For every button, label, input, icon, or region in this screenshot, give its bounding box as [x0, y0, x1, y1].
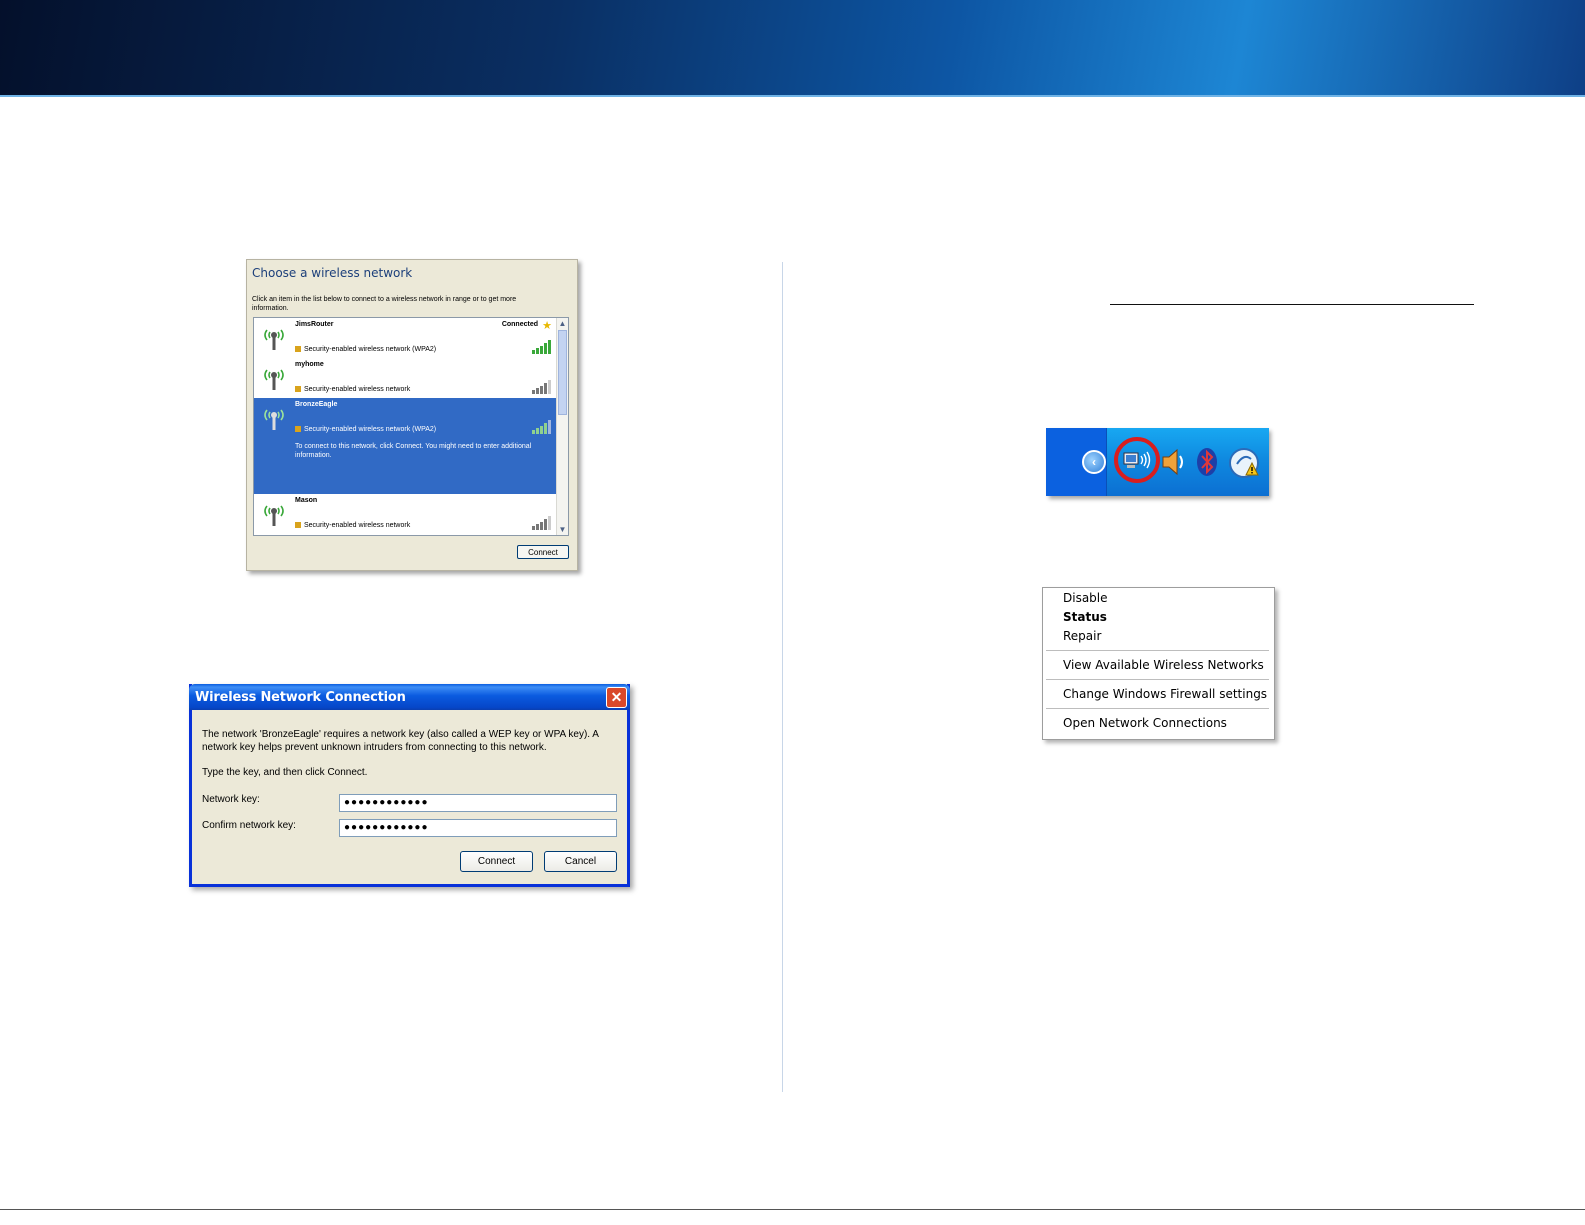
close-icon[interactable]: ✕: [606, 687, 627, 708]
network-name: JimsRouter: [295, 321, 334, 328]
menu-item-view-available-wireless-networks[interactable]: View Available Wireless Networks: [1063, 658, 1264, 672]
header-banner: [0, 0, 1585, 95]
panel-title: Choose a wireless network: [252, 266, 413, 280]
menu-separator: [1046, 679, 1269, 680]
lock-icon: [295, 426, 301, 432]
menu-item-repair[interactable]: Repair: [1063, 629, 1101, 643]
confirm-network-key-label: Confirm network key:: [202, 820, 296, 831]
scrollbar-thumb[interactable]: [558, 330, 567, 415]
menu-item-status[interactable]: Status: [1063, 610, 1107, 624]
network-security: Security-enabled wireless network (WPA2): [295, 346, 436, 353]
menu-item-disable[interactable]: Disable: [1063, 591, 1108, 605]
menu-item-change-windows-firewall-settings[interactable]: Change Windows Firewall settings: [1063, 687, 1267, 701]
confirm-network-key-field[interactable]: ●●●●●●●●●●●●: [339, 819, 617, 837]
network-security: Security-enabled wireless network (WPA2): [295, 426, 436, 433]
banner-divider: [0, 95, 1585, 97]
dialog-titlebar: Wireless Network Connection ✕: [189, 684, 630, 710]
connection-status: Connected: [501, 321, 538, 328]
volume-icon[interactable]: [1160, 447, 1186, 477]
wireless-antenna-icon: [264, 369, 284, 390]
underline-rule: [1110, 304, 1474, 305]
network-list: JimsRouter Connected ★ Security-enabled …: [253, 317, 569, 536]
network-security-text: Security-enabled wireless network: [304, 522, 411, 529]
cancel-button[interactable]: Cancel: [544, 851, 617, 872]
menu-separator: [1046, 708, 1269, 709]
choose-wireless-network-panel: Choose a wireless network Click an item …: [246, 259, 578, 571]
column-divider: [782, 262, 783, 1092]
network-item-mason[interactable]: Mason Security-enabled wireless network: [254, 494, 556, 535]
network-security-text: Security-enabled wireless network (WPA2): [304, 426, 437, 433]
connect-button[interactable]: Connect: [460, 851, 533, 872]
wireless-antenna-icon: [264, 505, 284, 526]
network-name: BronzeEagle: [295, 401, 338, 408]
signal-strength-icon: [532, 340, 551, 354]
dialog-instruction: Type the key, and then click Connect.: [202, 767, 368, 778]
scroll-up-icon[interactable]: ▲: [557, 318, 568, 329]
network-security-text: Security-enabled wireless network: [304, 386, 411, 393]
network-name: Mason: [295, 497, 318, 504]
bluetooth-icon[interactable]: [1196, 447, 1218, 477]
dialog-title: Wireless Network Connection: [195, 690, 406, 705]
menu-item-open-network-connections[interactable]: Open Network Connections: [1063, 716, 1227, 730]
lock-icon: [295, 522, 301, 528]
taskbar-tray: ‹: [1046, 428, 1269, 496]
network-key-label: Network key:: [202, 794, 260, 805]
panel-description: Click an item in the list below to conne…: [252, 296, 517, 312]
network-item-myhome[interactable]: myhome Security-enabled wireless network: [254, 358, 556, 398]
menu-separator: [1046, 650, 1269, 651]
lock-icon: [295, 386, 301, 392]
network-item-jimsrouter[interactable]: JimsRouter Connected ★ Security-enabled …: [254, 318, 556, 358]
network-hint: To connect to this network, click Connec…: [295, 443, 532, 459]
network-key-field[interactable]: ●●●●●●●●●●●●: [339, 794, 617, 812]
wireless-context-menu: Disable Status Repair View Available Wir…: [1042, 587, 1275, 740]
network-list-scrollbar[interactable]: ▲ ▼: [556, 318, 568, 535]
network-security: Security-enabled wireless network: [295, 386, 410, 393]
signal-strength-icon: [532, 516, 551, 530]
network-security-text: Security-enabled wireless network (WPA2): [304, 346, 437, 353]
wireless-antenna-icon: [264, 329, 284, 350]
lock-icon: [295, 346, 301, 352]
signal-strength-icon: [532, 380, 551, 394]
signal-strength-icon: [532, 420, 551, 434]
favorite-star-icon: ★: [542, 320, 552, 332]
wireless-antenna-icon: [264, 409, 284, 430]
back-arrow-icon[interactable]: ‹: [1082, 450, 1106, 474]
dialog-message: The network 'BronzeEagle' requires a net…: [202, 729, 599, 753]
network-item-bronzeeagle[interactable]: BronzeEagle Security-enabled wireless ne…: [254, 398, 556, 494]
footer-line: [0, 1209, 1585, 1210]
security-alert-icon[interactable]: [1228, 447, 1260, 479]
highlight-circle: [1114, 437, 1160, 483]
connect-button[interactable]: Connect: [517, 545, 569, 559]
wireless-network-connection-dialog: Wireless Network Connection ✕ The networ…: [189, 684, 630, 887]
network-name: myhome: [295, 361, 324, 368]
scroll-down-icon[interactable]: ▼: [557, 524, 568, 535]
network-security: Security-enabled wireless network: [295, 522, 410, 529]
